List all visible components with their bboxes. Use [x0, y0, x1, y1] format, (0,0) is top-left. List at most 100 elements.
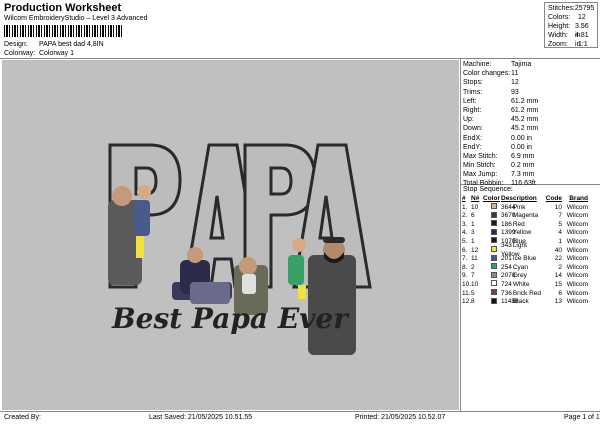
color-swatch — [491, 228, 497, 235]
machine-row: Machine: Tajima — [463, 60, 598, 69]
divider — [0, 411, 600, 412]
machine-value: 0.2 mm — [511, 162, 535, 170]
machine-row: Color changes: 11 — [463, 69, 598, 78]
machine-row: Min Stitch: 0.2 mm — [463, 161, 598, 170]
needle-number: 10 — [471, 280, 479, 288]
brand-cell: Wilcom — [566, 246, 588, 254]
stats-box: Stitches: 25795 Colors: 12 Height: 3.56 in Wid… — [544, 2, 598, 48]
machine-value: 45.2 mm — [511, 125, 539, 133]
brand-cell: Wilcom — [566, 263, 588, 271]
stop-index: 4. — [462, 229, 468, 237]
code-cell: 15 — [554, 280, 562, 288]
header-cell: N# — [471, 195, 480, 202]
last-saved: Last Saved: 21/05/2025 10.51.55 — [149, 414, 253, 421]
stop-index: 8. — [462, 263, 468, 271]
machine-label: Left: — [463, 97, 477, 105]
stat-value: 1:1 — [578, 41, 588, 48]
stop-index: 1. — [462, 203, 468, 211]
machine-value: 12 — [511, 79, 519, 87]
machine-row: Left: 61.2 mm — [463, 97, 598, 106]
machine-label: Min Stitch: — [463, 162, 496, 170]
needle-number: 2 — [471, 263, 475, 271]
divider — [460, 58, 461, 411]
machine-row: Down: 45.2 mm — [463, 124, 598, 133]
machine-label: Up: — [463, 116, 474, 124]
machine-row: Up: 45.2 mm — [463, 115, 598, 124]
brand-cell: Wilcom — [566, 289, 588, 297]
design-label: Design: — [4, 41, 28, 48]
stat-label: Stitches: — [548, 5, 575, 12]
code-cell: 7 — [558, 212, 562, 220]
color-swatch — [491, 254, 497, 261]
machine-row: Max Jump: 7.3 mm — [463, 170, 598, 179]
code-cell: 5 — [558, 220, 562, 228]
code-cell: 6 — [558, 289, 562, 297]
thread-name: Magenta — [512, 212, 539, 220]
brand-cell: Wilcom — [566, 203, 588, 211]
machine-row: EndY: 0.00 in — [463, 143, 598, 152]
color-swatch — [491, 246, 497, 253]
stat-row: Zoom: 1:1 — [548, 40, 594, 49]
brand-cell: Wilcom — [566, 229, 588, 237]
description-cell: 3644 Pink — [501, 204, 545, 213]
machine-value: 61.2 mm — [511, 106, 539, 114]
stop-index: 5. — [462, 237, 468, 245]
code-cell: 1 — [558, 237, 562, 245]
stop-index: 6. — [462, 246, 468, 254]
needle-number: 8 — [471, 298, 475, 306]
design-name: PAPA best dad 4,8IN — [38, 41, 104, 48]
stop-index: 3. — [462, 220, 468, 228]
brand-cell: Wilcom — [566, 272, 588, 280]
code-cell: 2 — [558, 263, 562, 271]
divider — [0, 58, 600, 59]
code-cell: 4 — [558, 229, 562, 237]
thread-name: Yellow — [512, 229, 532, 237]
thread-number: 186 — [501, 220, 512, 228]
machine-value: 11 — [511, 70, 519, 78]
thread-number: 2078 — [501, 272, 516, 280]
brand-cell: Wilcom — [566, 280, 588, 288]
header-cell: Code — [545, 195, 562, 202]
stop-index: 7. — [462, 255, 468, 263]
color-swatch — [491, 289, 497, 296]
stat-row: Stitches: 25795 — [548, 4, 594, 13]
design-row: Design: PAPA best dad 4,8IN — [4, 41, 104, 48]
header-cell: Description — [501, 195, 537, 202]
color-swatch — [491, 280, 497, 287]
colorway-name: Colorway 1 — [38, 50, 74, 57]
stop-index: 10. — [462, 280, 472, 288]
header-cell: # — [462, 195, 466, 202]
stat-row: Width: 4.81 in — [548, 31, 594, 48]
printed-date: Printed: 21/05/2025 10.52.07 — [355, 414, 446, 421]
machine-label: Down: — [463, 125, 483, 133]
stat-label: Colors: — [548, 14, 571, 21]
machine-label: Stops: — [463, 79, 483, 87]
color-swatch — [491, 297, 497, 304]
color-swatch — [491, 263, 497, 270]
stop-index: 11. — [462, 289, 471, 297]
description-cell: 201 Ice Blue — [501, 255, 545, 264]
machine-label: EndX: — [463, 134, 483, 142]
stop-index: 2. — [462, 212, 468, 220]
needle-number: 6 — [471, 212, 475, 220]
thread-name: Grey — [512, 272, 527, 280]
thread-name: White — [512, 280, 530, 288]
stop-sequence-table: # N# Color Description Code Brand 1. 10 3… — [462, 195, 598, 307]
thread-name: Ice Blue — [512, 255, 537, 263]
stat-label: Width: — [548, 32, 568, 39]
machine-label: Max Stitch: — [463, 152, 498, 160]
stat-value: 12 — [578, 14, 586, 21]
machine-value: 0.00 in — [511, 134, 533, 142]
color-cell — [483, 297, 501, 308]
brand-cell: Wilcom — [566, 255, 588, 263]
stat-value: 3.56 in — [575, 23, 589, 39]
code-cell: 40 — [554, 246, 562, 254]
thread-number: 343 — [501, 242, 512, 250]
embroidery-preview-image: Best Papa Ever — [108, 143, 372, 355]
machine-row: Max Stitch: 6.9 mm — [463, 152, 598, 161]
code-cell: 22 — [554, 255, 562, 263]
machine-label: Trims: — [463, 88, 483, 96]
stat-row: Colors: 12 — [548, 13, 594, 22]
machine-label: Max Jump: — [463, 171, 498, 179]
description-cell: 1399 Yellow — [501, 229, 545, 238]
